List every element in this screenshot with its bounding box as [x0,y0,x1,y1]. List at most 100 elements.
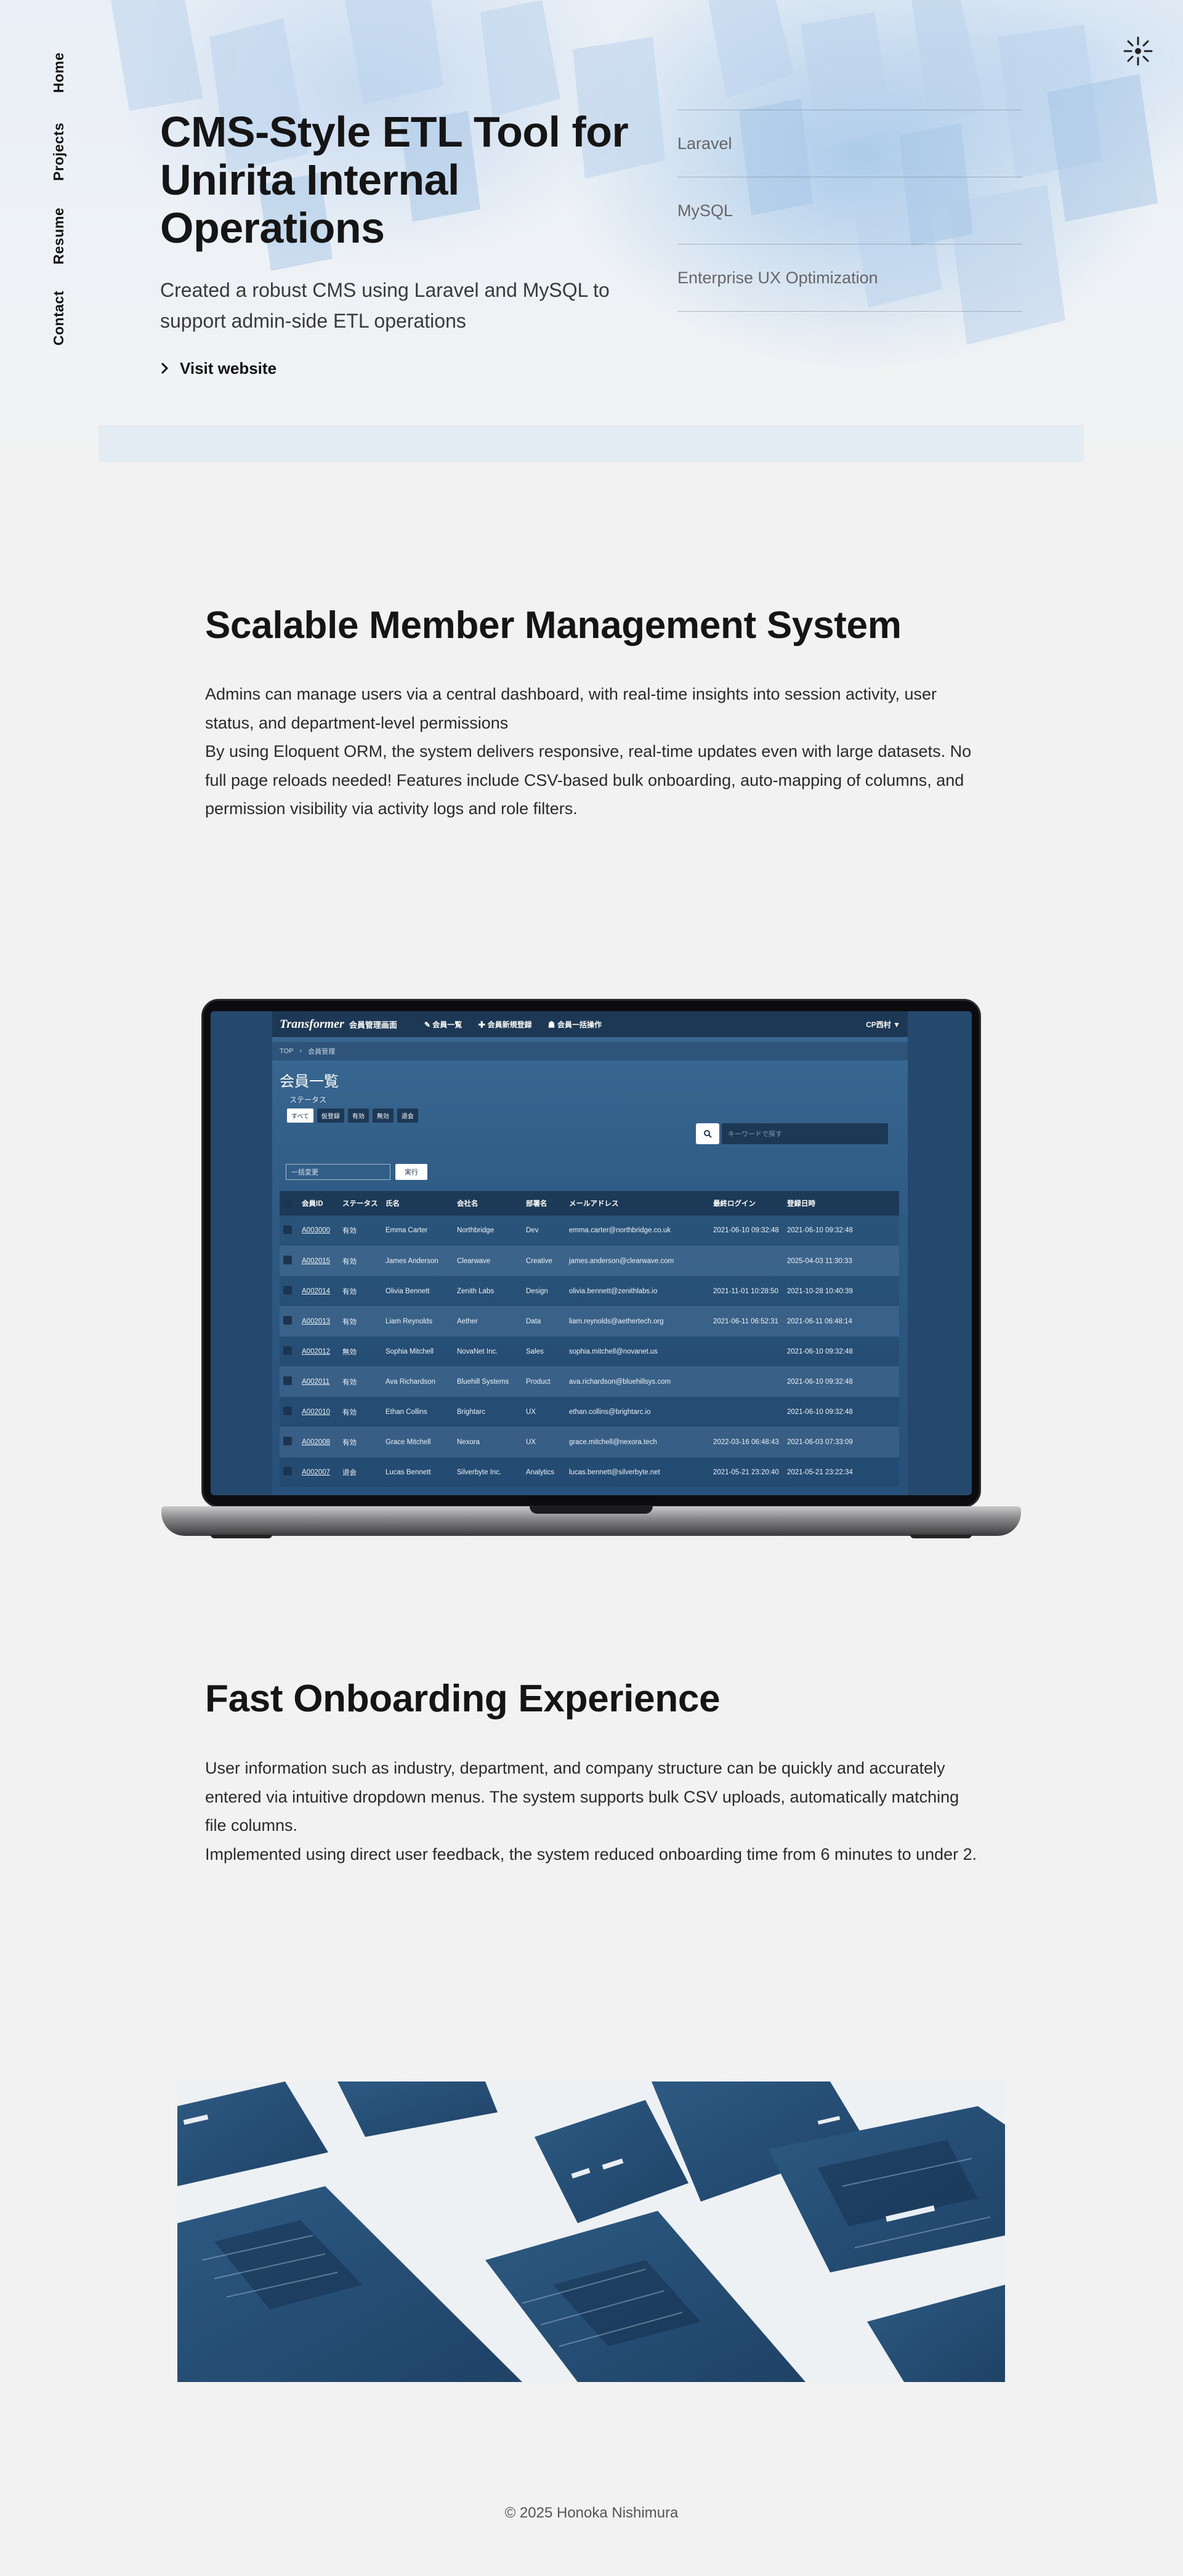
table-cell: Sophia Mitchell [382,1336,453,1367]
paragraph: By using Eloquent ORM, the system delive… [205,742,972,818]
table-cell [709,1336,783,1367]
column-header[interactable]: 部署名 [522,1191,565,1216]
column-header[interactable]: ステータス [339,1191,382,1216]
row-checkbox[interactable] [280,1336,298,1367]
filter-inactive[interactable]: 無効 [372,1108,394,1123]
filter-all[interactable]: すべて [287,1108,313,1123]
column-header[interactable]: 会員ID [298,1191,339,1216]
table-header-row: 会員ID ステータス 氏名 会社名 部署名 メールアドレス 最終ログイン 登録日… [280,1191,899,1216]
table-row[interactable]: A003000 有効 Emma Carter Northbridge Dev emma.c… [280,1216,899,1246]
table-row[interactable]: A002007 退会 Lucas Bennett Silverbyte Inc. Ana… [280,1457,899,1488]
chevron-right-icon [161,362,169,374]
table-cell: lucas.bennett@silverbyte.net [565,1457,709,1488]
table-cell: Olivia Bennett [382,1276,453,1307]
bulk-action-select[interactable]: 一括変更 [286,1164,390,1180]
table-cell: 2021-06-11 06:48:14 [783,1306,899,1337]
member-table: 会員ID ステータス 氏名 会社名 部署名 メールアドレス 最終ログイン 登録日… [280,1191,899,1488]
table-cell [709,1397,783,1427]
member-id-link[interactable]: A003000 [298,1216,339,1246]
member-id-link[interactable]: A002007 [298,1457,339,1488]
member-id-link[interactable]: A002013 [298,1306,339,1337]
breadcrumb-top[interactable]: TOP [280,1048,293,1055]
row-checkbox[interactable] [280,1306,298,1337]
column-header[interactable]: メールアドレス [565,1191,709,1216]
table-cell: 2021-06-11 06:52:31 [709,1306,783,1337]
table-cell: Northbridge [453,1216,522,1246]
filter-active[interactable]: 有効 [347,1108,369,1123]
member-id-link[interactable]: A002011 [298,1367,339,1397]
bulk-action-bar: 一括変更 実行 [286,1164,427,1180]
table-cell: 無効 [339,1336,382,1367]
table-cell: 有効 [339,1367,382,1397]
table-row[interactable]: A002011 有効 Ava Richardson Bluehill Systems P… [280,1367,899,1397]
table-cell: Silverbyte Inc. [453,1457,522,1488]
laptop-screen: Transformer 会員管理画面 ✎ 会員一覧 ✚ 会員新規登録 ☗ 会員一… [211,1011,972,1495]
sparkle-logo-icon[interactable] [1123,36,1153,67]
table-cell: 2022-03-16 06:48:43 [709,1427,783,1458]
member-id-link[interactable]: A002012 [298,1336,339,1367]
table-cell: 退会 [339,1457,382,1488]
breadcrumb-separator-icon: › [299,1048,302,1055]
search-input[interactable]: キーワードで探す [722,1123,888,1144]
filter-provisional[interactable]: 仮登録 [317,1108,344,1123]
paragraph: User information such as industry, depar… [205,1759,959,1835]
laptop-notch [530,1506,653,1514]
table-cell: 有効 [339,1397,382,1427]
visit-website-link[interactable]: Visit website [160,357,277,379]
member-id-link[interactable]: A002008 [298,1427,339,1458]
row-checkbox[interactable] [280,1397,298,1427]
column-header[interactable]: 最終ログイン [709,1191,783,1216]
table-cell: 2025-04-03 11:30:33 [783,1246,899,1277]
table-cell: james.anderson@clearwave.com [565,1246,709,1277]
table-row[interactable]: A002013 有効 Liam Reynolds Aether Data liam.rey… [280,1306,899,1337]
table-cell: liam.reynolds@aethertech.org [565,1306,709,1337]
nav-link-resume[interactable]: Resume [50,208,67,264]
app-user-menu[interactable]: CP西村 ▼ [866,1019,900,1030]
nav-link-projects[interactable]: Projects [50,123,67,181]
table-cell: grace.mitchell@nexora.tech [565,1427,709,1458]
table-row[interactable]: A002008 有効 Grace Mitchell Nexora UX grace.mit… [280,1427,899,1458]
run-button[interactable]: 実行 [395,1164,427,1180]
table-cell: UX [522,1427,565,1458]
table-row[interactable]: A002012 無効 Sophia Mitchell NovaNet Inc. Sale… [280,1336,899,1367]
member-table-body: A003000 有効 Emma Carter Northbridge Dev emma.c… [280,1216,899,1488]
app-nav-register[interactable]: ✚ 会員新規登録 [478,1019,531,1030]
app-nav-member-list[interactable]: ✎ 会員一覧 [424,1019,462,1030]
app-breadcrumb: TOP › 会員管理 [272,1042,908,1060]
nav-link-home[interactable]: Home [50,52,67,93]
section-body-onboarding: User information such as industry, depar… [205,1754,981,1868]
table-cell: Ethan Collins [382,1397,453,1427]
table-row[interactable]: A002015 有効 James Anderson Clearwave Creative… [280,1246,899,1277]
table-cell: 有効 [339,1427,382,1458]
section-title-onboarding: Fast Onboarding Experience [205,1678,721,1720]
app-nav-bulk[interactable]: ☗ 会員一括操作 [548,1019,602,1030]
table-cell: 2021-06-10 09:32:48 [783,1336,899,1367]
filter-withdrawn[interactable]: 退会 [397,1108,418,1123]
column-header[interactable]: 会社名 [453,1191,522,1216]
project-title: CMS-Style ETL Tool for Unirita Internal … [160,108,629,252]
row-checkbox[interactable] [280,1457,298,1488]
table-cell: Lucas Bennett [382,1457,453,1488]
member-id-link[interactable]: A002010 [298,1397,339,1427]
table-cell: Dev [522,1216,565,1246]
column-header[interactable]: 登録日時 [783,1191,899,1216]
row-checkbox[interactable] [280,1367,298,1397]
section-title-member-management: Scalable Member Management System [205,604,902,647]
row-checkbox[interactable] [280,1276,298,1307]
row-checkbox[interactable] [280,1216,298,1246]
table-row[interactable]: A002010 有効 Ethan Collins Brightarc UX ethan.c… [280,1397,899,1427]
column-header[interactable]: 氏名 [382,1191,453,1216]
row-checkbox[interactable] [280,1427,298,1458]
table-cell: Analytics [522,1457,565,1488]
table-row[interactable]: A002014 有効 Olivia Bennett Zenith Labs Design… [280,1276,899,1307]
table-cell: 2021-05-21 23:20:40 [709,1457,783,1488]
member-id-link[interactable]: A002015 [298,1246,339,1277]
laptop-mockup: Transformer 会員管理画面 ✎ 会員一覧 ✚ 会員新規登録 ☗ 会員一… [161,999,1021,1541]
row-checkbox[interactable] [280,1246,298,1277]
search-button[interactable] [696,1123,719,1144]
member-id-link[interactable]: A002014 [298,1276,339,1307]
nav-link-contact[interactable]: Contact [50,291,67,345]
select-all-checkbox[interactable] [280,1191,298,1216]
table-cell: Grace Mitchell [382,1427,453,1458]
table-cell: Bluehill Systems [453,1367,522,1397]
